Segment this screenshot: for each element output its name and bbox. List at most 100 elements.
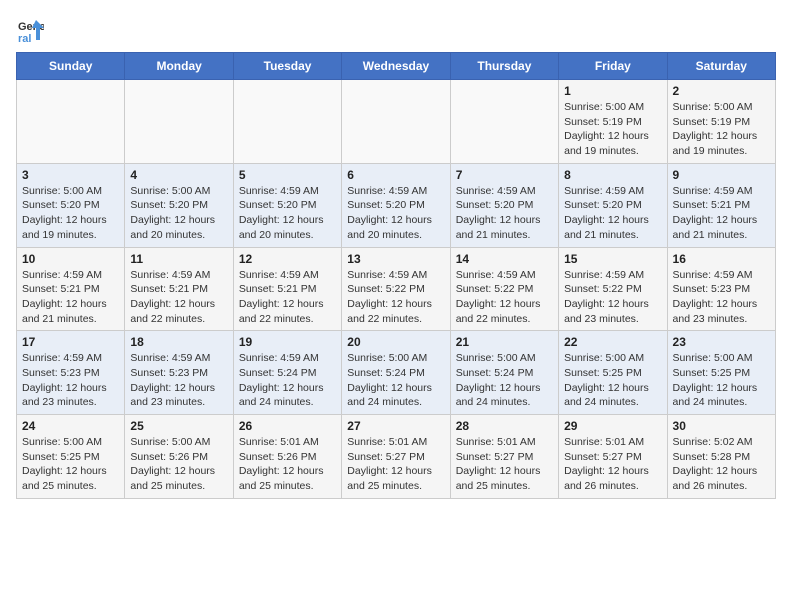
day-info: Sunrise: 5:00 AM Sunset: 5:25 PM Dayligh… bbox=[564, 351, 661, 410]
day-cell bbox=[125, 80, 233, 164]
day-cell: 3 Sunrise: 5:00 AM Sunset: 5:20 PM Daylig… bbox=[17, 163, 125, 247]
day-cell: 15 Sunrise: 4:59 AM Sunset: 5:22 PM Dayli… bbox=[559, 247, 667, 331]
week-row-5: 24 Sunrise: 5:00 AM Sunset: 5:25 PM Dayli… bbox=[17, 415, 776, 499]
day-cell bbox=[342, 80, 450, 164]
day-cell: 5 Sunrise: 4:59 AM Sunset: 5:20 PM Daylig… bbox=[233, 163, 341, 247]
day-cell: 17 Sunrise: 4:59 AM Sunset: 5:23 PM Dayli… bbox=[17, 331, 125, 415]
day-cell: 28 Sunrise: 5:01 AM Sunset: 5:27 PM Dayli… bbox=[450, 415, 558, 499]
day-header-tuesday: Tuesday bbox=[233, 53, 341, 80]
day-info: Sunrise: 4:59 AM Sunset: 5:22 PM Dayligh… bbox=[456, 268, 553, 327]
day-cell: 24 Sunrise: 5:00 AM Sunset: 5:25 PM Dayli… bbox=[17, 415, 125, 499]
day-cell: 29 Sunrise: 5:01 AM Sunset: 5:27 PM Dayli… bbox=[559, 415, 667, 499]
day-number: 25 bbox=[130, 419, 227, 433]
day-number: 18 bbox=[130, 335, 227, 349]
day-number: 21 bbox=[456, 335, 553, 349]
day-cell: 26 Sunrise: 5:01 AM Sunset: 5:26 PM Dayli… bbox=[233, 415, 341, 499]
day-info: Sunrise: 5:01 AM Sunset: 5:27 PM Dayligh… bbox=[564, 435, 661, 494]
day-header-sunday: Sunday bbox=[17, 53, 125, 80]
day-cell: 21 Sunrise: 5:00 AM Sunset: 5:24 PM Dayli… bbox=[450, 331, 558, 415]
day-info: Sunrise: 4:59 AM Sunset: 5:23 PM Dayligh… bbox=[673, 268, 770, 327]
week-row-3: 10Sunrise: 4:59 AM Sunset: 5:21 PM Dayli… bbox=[17, 247, 776, 331]
day-cell bbox=[450, 80, 558, 164]
day-cell: 13 Sunrise: 4:59 AM Sunset: 5:22 PM Dayli… bbox=[342, 247, 450, 331]
day-number: 8 bbox=[564, 168, 661, 182]
day-cell: 25 Sunrise: 5:00 AM Sunset: 5:26 PM Dayli… bbox=[125, 415, 233, 499]
day-number: 20 bbox=[347, 335, 444, 349]
day-number: 26 bbox=[239, 419, 336, 433]
day-info: Sunrise: 5:00 AM Sunset: 5:25 PM Dayligh… bbox=[673, 351, 770, 410]
day-cell: 11Sunrise: 4:59 AM Sunset: 5:21 PM Dayli… bbox=[125, 247, 233, 331]
day-info: Sunrise: 5:00 AM Sunset: 5:20 PM Dayligh… bbox=[130, 184, 227, 243]
day-info: Sunrise: 5:00 AM Sunset: 5:25 PM Dayligh… bbox=[22, 435, 119, 494]
day-number: 15 bbox=[564, 252, 661, 266]
day-cell: 14Sunrise: 4:59 AM Sunset: 5:22 PM Dayli… bbox=[450, 247, 558, 331]
week-row-2: 3 Sunrise: 5:00 AM Sunset: 5:20 PM Daylig… bbox=[17, 163, 776, 247]
day-number: 28 bbox=[456, 419, 553, 433]
day-cell: 8 Sunrise: 4:59 AM Sunset: 5:20 PM Daylig… bbox=[559, 163, 667, 247]
day-cell: 7 Sunrise: 4:59 AM Sunset: 5:20 PM Daylig… bbox=[450, 163, 558, 247]
page-header: Gene ral bbox=[16, 16, 776, 44]
day-cell: 9 Sunrise: 4:59 AM Sunset: 5:21 PM Daylig… bbox=[667, 163, 775, 247]
day-info: Sunrise: 5:00 AM Sunset: 5:24 PM Dayligh… bbox=[456, 351, 553, 410]
day-number: 17 bbox=[22, 335, 119, 349]
day-number: 12 bbox=[239, 252, 336, 266]
day-number: 24 bbox=[22, 419, 119, 433]
day-cell: 18 Sunrise: 4:59 AM Sunset: 5:23 PM Dayli… bbox=[125, 331, 233, 415]
logo: Gene ral bbox=[16, 16, 48, 44]
day-number: 27 bbox=[347, 419, 444, 433]
day-cell: 19 Sunrise: 4:59 AM Sunset: 5:24 PM Dayli… bbox=[233, 331, 341, 415]
day-info: Sunrise: 4:59 AM Sunset: 5:21 PM Dayligh… bbox=[239, 268, 336, 327]
day-number: 22 bbox=[564, 335, 661, 349]
week-row-1: 1 Sunrise: 5:00 AM Sunset: 5:19 PM Daylig… bbox=[17, 80, 776, 164]
day-info: Sunrise: 5:02 AM Sunset: 5:28 PM Dayligh… bbox=[673, 435, 770, 494]
day-info: Sunrise: 4:59 AM Sunset: 5:20 PM Dayligh… bbox=[456, 184, 553, 243]
days-header-row: SundayMondayTuesdayWednesdayThursdayFrid… bbox=[17, 53, 776, 80]
day-number: 19 bbox=[239, 335, 336, 349]
day-header-monday: Monday bbox=[125, 53, 233, 80]
day-info: Sunrise: 4:59 AM Sunset: 5:22 PM Dayligh… bbox=[347, 268, 444, 327]
day-number: 2 bbox=[673, 84, 770, 98]
day-cell bbox=[17, 80, 125, 164]
day-number: 13 bbox=[347, 252, 444, 266]
day-header-thursday: Thursday bbox=[450, 53, 558, 80]
day-cell: 10Sunrise: 4:59 AM Sunset: 5:21 PM Dayli… bbox=[17, 247, 125, 331]
svg-text:ral: ral bbox=[18, 33, 31, 44]
day-header-saturday: Saturday bbox=[667, 53, 775, 80]
day-number: 30 bbox=[673, 419, 770, 433]
day-info: Sunrise: 4:59 AM Sunset: 5:21 PM Dayligh… bbox=[673, 184, 770, 243]
day-info: Sunrise: 4:59 AM Sunset: 5:23 PM Dayligh… bbox=[130, 351, 227, 410]
day-cell: 30 Sunrise: 5:02 AM Sunset: 5:28 PM Dayli… bbox=[667, 415, 775, 499]
day-cell bbox=[233, 80, 341, 164]
day-info: Sunrise: 4:59 AM Sunset: 5:24 PM Dayligh… bbox=[239, 351, 336, 410]
day-number: 9 bbox=[673, 168, 770, 182]
day-cell: 23 Sunrise: 5:00 AM Sunset: 5:25 PM Dayli… bbox=[667, 331, 775, 415]
day-number: 29 bbox=[564, 419, 661, 433]
day-info: Sunrise: 5:01 AM Sunset: 5:26 PM Dayligh… bbox=[239, 435, 336, 494]
day-info: Sunrise: 4:59 AM Sunset: 5:21 PM Dayligh… bbox=[130, 268, 227, 327]
day-cell: 27 Sunrise: 5:01 AM Sunset: 5:27 PM Dayli… bbox=[342, 415, 450, 499]
day-info: Sunrise: 5:00 AM Sunset: 5:20 PM Dayligh… bbox=[22, 184, 119, 243]
day-cell: 22 Sunrise: 5:00 AM Sunset: 5:25 PM Dayli… bbox=[559, 331, 667, 415]
day-number: 5 bbox=[239, 168, 336, 182]
day-info: Sunrise: 4:59 AM Sunset: 5:22 PM Dayligh… bbox=[564, 268, 661, 327]
day-number: 23 bbox=[673, 335, 770, 349]
day-header-friday: Friday bbox=[559, 53, 667, 80]
day-info: Sunrise: 5:01 AM Sunset: 5:27 PM Dayligh… bbox=[347, 435, 444, 494]
day-info: Sunrise: 5:00 AM Sunset: 5:26 PM Dayligh… bbox=[130, 435, 227, 494]
logo-icon: Gene ral bbox=[16, 16, 44, 44]
day-header-wednesday: Wednesday bbox=[342, 53, 450, 80]
day-cell: 4Sunrise: 5:00 AM Sunset: 5:20 PM Daylig… bbox=[125, 163, 233, 247]
day-info: Sunrise: 4:59 AM Sunset: 5:23 PM Dayligh… bbox=[22, 351, 119, 410]
day-info: Sunrise: 4:59 AM Sunset: 5:20 PM Dayligh… bbox=[347, 184, 444, 243]
day-number: 7 bbox=[456, 168, 553, 182]
day-info: Sunrise: 4:59 AM Sunset: 5:20 PM Dayligh… bbox=[239, 184, 336, 243]
day-info: Sunrise: 4:59 AM Sunset: 5:20 PM Dayligh… bbox=[564, 184, 661, 243]
day-number: 3 bbox=[22, 168, 119, 182]
day-cell: 6Sunrise: 4:59 AM Sunset: 5:20 PM Daylig… bbox=[342, 163, 450, 247]
day-info: Sunrise: 5:01 AM Sunset: 5:27 PM Dayligh… bbox=[456, 435, 553, 494]
day-info: Sunrise: 5:00 AM Sunset: 5:19 PM Dayligh… bbox=[673, 100, 770, 159]
day-cell: 20Sunrise: 5:00 AM Sunset: 5:24 PM Dayli… bbox=[342, 331, 450, 415]
day-info: Sunrise: 5:00 AM Sunset: 5:19 PM Dayligh… bbox=[564, 100, 661, 159]
day-number: 1 bbox=[564, 84, 661, 98]
day-cell: 12 Sunrise: 4:59 AM Sunset: 5:21 PM Dayli… bbox=[233, 247, 341, 331]
